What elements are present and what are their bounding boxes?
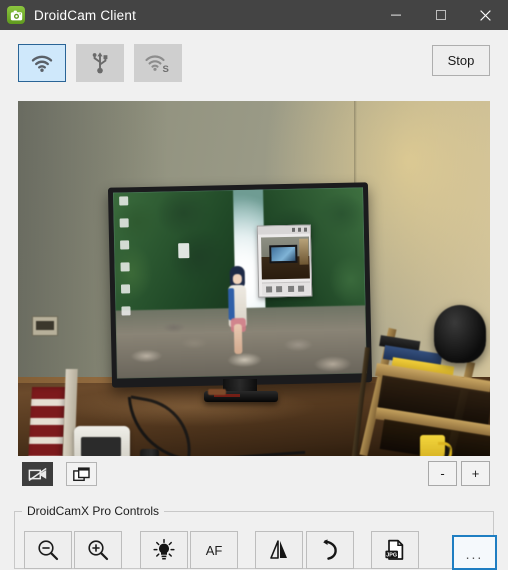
mode-button-usb[interactable]	[76, 44, 124, 82]
maximize-button[interactable]	[418, 0, 463, 30]
scene-cable-plug	[208, 389, 226, 395]
mode-button-wifi-server[interactable]: S	[134, 44, 182, 82]
preview-controls-row: - +	[0, 457, 508, 495]
video-preview[interactable]	[18, 101, 490, 456]
droidcam-client-window: DroidCam Client S Stop - + DroidCamX Pro…	[0, 0, 508, 570]
minimize-icon	[390, 14, 401, 16]
droidcam-camera-icon	[7, 6, 25, 24]
ellipsis-icon: ...	[465, 546, 484, 562]
pro-autofocus-button[interactable]: AF	[190, 531, 238, 569]
pro-mirror-button[interactable]	[255, 531, 303, 569]
maximize-icon	[435, 10, 446, 20]
pro-zoom-in-button[interactable]	[74, 531, 122, 569]
jpg-save-icon: JPG	[385, 539, 404, 560]
scene-bookshelf	[350, 305, 490, 456]
svg-text:S: S	[163, 64, 169, 74]
scene-radio-display	[81, 437, 121, 456]
scene-striped-object	[27, 387, 67, 456]
light-bulb-icon	[153, 538, 175, 560]
pro-rotate-button[interactable]	[306, 531, 354, 569]
camera-off-icon	[27, 467, 47, 481]
pro-flash-button[interactable]	[140, 531, 188, 569]
title-bar: DroidCam Client	[0, 0, 508, 30]
rotate-icon	[323, 539, 337, 560]
wallpaper-desktop-icons	[117, 196, 134, 326]
scene-wall-socket	[32, 316, 58, 336]
preview-scene	[18, 101, 490, 456]
pro-controls-legend: DroidCamX Pro Controls	[22, 504, 165, 518]
windows-overlap-icon	[73, 466, 90, 481]
wallpaper-droidcam-window	[256, 224, 313, 298]
close-icon	[480, 9, 491, 21]
popup-window-button[interactable]	[66, 462, 97, 486]
mirror-flip-icon	[270, 540, 287, 559]
svg-text:JPG: JPG	[386, 552, 397, 558]
wifi-server-icon: S	[145, 54, 169, 74]
wallpaper-desktop-icon-large	[178, 243, 190, 259]
window-title: DroidCam Client	[34, 7, 137, 23]
usb-icon	[92, 52, 108, 74]
close-button[interactable]	[463, 0, 508, 30]
camera-off-button[interactable]	[22, 462, 53, 486]
stop-button[interactable]: Stop	[432, 45, 490, 76]
connection-toolbar: S Stop	[0, 30, 508, 96]
pro-save-jpg-button[interactable]: JPG	[371, 531, 419, 569]
wallpaper-character	[225, 265, 251, 358]
zoom-in-button[interactable]: +	[461, 461, 490, 486]
wifi-icon	[31, 55, 53, 72]
pro-more-options-button[interactable]: ...	[452, 535, 497, 570]
zoom-out-icon	[38, 540, 59, 561]
minimize-button[interactable]	[373, 0, 418, 30]
zoom-in-icon	[88, 540, 109, 561]
zoom-out-button[interactable]: -	[428, 461, 457, 486]
pro-zoom-out-button[interactable]	[24, 531, 72, 569]
scene-monitor-screen	[113, 187, 367, 379]
mode-button-wifi[interactable]	[18, 44, 66, 82]
scene-monitor	[107, 182, 373, 388]
